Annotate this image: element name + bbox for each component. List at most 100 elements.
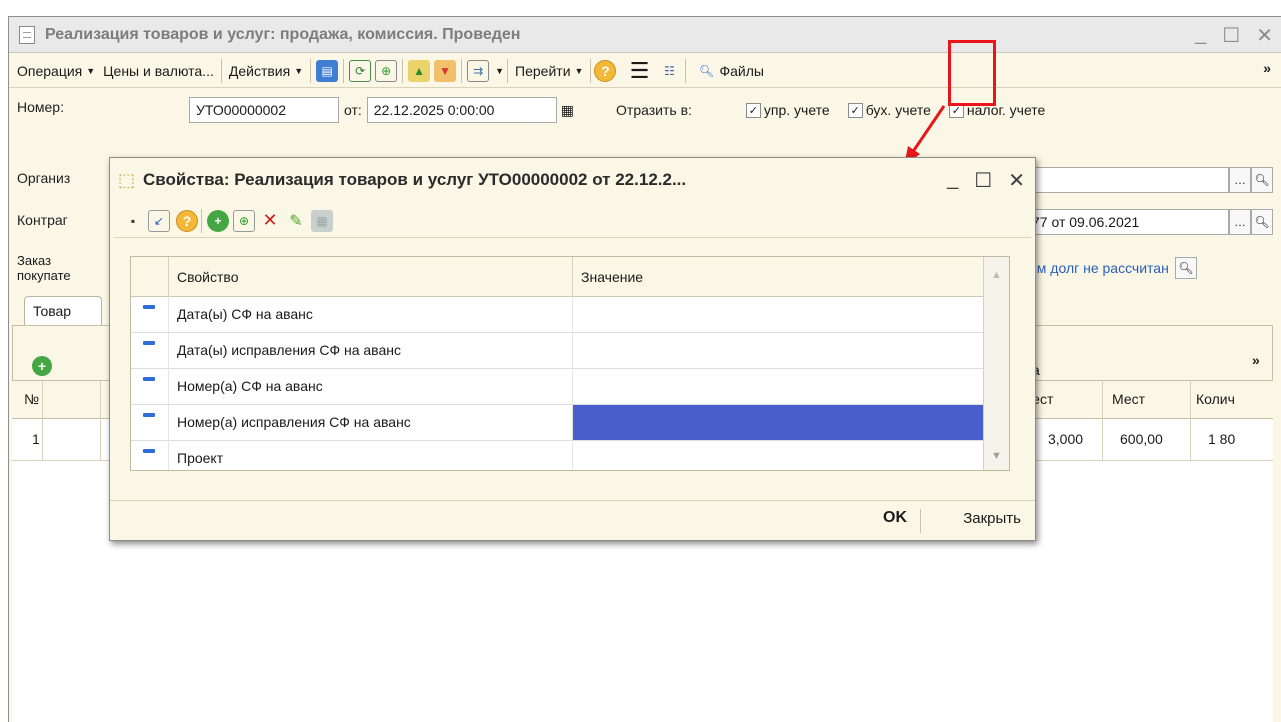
row-marker: [131, 441, 169, 470]
table-row-value[interactable]: [573, 333, 985, 369]
open-search-icon[interactable]: 🔍︎: [1251, 167, 1273, 193]
scroll-down-icon[interactable]: ▼: [991, 450, 1002, 462]
dropdown-caret-icon: ▼: [495, 65, 505, 76]
toolbar-overflow-icon[interactable]: »: [1263, 60, 1271, 76]
row-marker: [131, 369, 169, 405]
table-row-property[interactable]: Дата(ы) СФ на аванс: [169, 297, 573, 333]
from-label: от:: [344, 102, 362, 118]
properties-dialog: ⬚ Свойства: Реализация товаров и услуг У…: [109, 157, 1036, 541]
save-icon[interactable]: ▪: [122, 210, 144, 232]
edit-icon[interactable]: ✎: [285, 210, 307, 232]
table-header-value[interactable]: Значение: [573, 257, 985, 297]
contract-input[interactable]: 77 от 09.06.2021: [1025, 209, 1229, 235]
grid-row1-qty[interactable]: 1 80: [1208, 431, 1235, 447]
table-row-property[interactable]: Номер(а) исправления СФ на аванс: [169, 405, 573, 441]
post-icon[interactable]: ▲: [408, 59, 431, 82]
dropdown-caret-icon: ▼: [86, 65, 96, 76]
main-toolbar: Операция ▼ Цены и валюта... Действия ▼ ▤ ⟳…: [9, 54, 1281, 88]
window-title: Реализация товаров и услуг: продажа, ком…: [45, 25, 521, 43]
document-edit-icon[interactable]: ↙: [148, 209, 170, 232]
table-row-property[interactable]: Дата(ы) исправления СФ на аванс: [169, 333, 573, 369]
operation-menu[interactable]: Операция ▼: [13, 58, 99, 84]
close-button[interactable]: ✕: [1256, 23, 1273, 48]
minimize-button[interactable]: _: [1195, 23, 1206, 48]
grid-overflow-icon[interactable]: »: [1252, 352, 1260, 368]
order-label: Заказ покупате: [17, 253, 71, 283]
organization-label: Организ: [17, 170, 71, 186]
search-doc-icon: 🔍︎: [698, 63, 715, 78]
minus-icon: [143, 449, 155, 453]
disabled-action-icon: ▦: [311, 209, 333, 232]
dialog-toolbar: ▪ ↙ ? + ⊕ ✕ ✎ ▦: [114, 204, 1031, 238]
counterparty-label: Контраг: [17, 212, 68, 228]
delete-icon[interactable]: ✕: [259, 210, 281, 232]
minus-icon: [143, 377, 155, 381]
grid-row1-no[interactable]: 1: [32, 431, 40, 447]
debt-search-icon[interactable]: 🔍︎: [1174, 257, 1197, 279]
copy-icon[interactable]: ⊕: [375, 59, 398, 82]
organization-input[interactable]: [1025, 167, 1229, 193]
number-input[interactable]: УТО00000002: [189, 97, 339, 123]
dialog-titlebar: ⬚ Свойства: Реализация товаров и услуг У…: [110, 158, 1035, 202]
table-row-property[interactable]: Номер(а) СФ на аванс: [169, 369, 573, 405]
table-header-marker: [131, 257, 169, 297]
open-search-icon[interactable]: 🔍︎: [1251, 209, 1273, 235]
mgmt-checkbox[interactable]: ✓ упр. учете: [745, 102, 830, 118]
minus-icon: [143, 305, 155, 309]
select-button[interactable]: …: [1229, 167, 1251, 193]
row-marker: [131, 405, 169, 441]
add-icon[interactable]: +: [207, 209, 229, 232]
help-icon[interactable]: ?: [594, 59, 617, 82]
dialog-footer: OK Закрыть: [110, 500, 1035, 540]
help-icon[interactable]: ?: [176, 209, 198, 232]
prices-currency-button[interactable]: Цены и валюта...: [99, 58, 218, 84]
copy-icon[interactable]: ⊕: [233, 209, 255, 232]
close-dialog-button[interactable]: Закрыть: [963, 510, 1021, 527]
table-row-value[interactable]: [573, 441, 985, 470]
row-marker: [131, 333, 169, 369]
table-row-value[interactable]: [573, 297, 985, 333]
document-icon: [19, 25, 35, 44]
tab-goods[interactable]: Товар: [24, 296, 102, 326]
table-row-property[interactable]: Проект: [169, 441, 573, 470]
debt-link[interactable]: ем долг не рассчитан: [1029, 260, 1169, 276]
print-menu-icon[interactable]: ⇉: [467, 59, 490, 82]
table-scrollbar[interactable]: ▲ ▼: [983, 257, 1009, 470]
main-titlebar: Реализация товаров и услуг: продажа, ком…: [9, 17, 1281, 53]
minimize-button[interactable]: _: [947, 168, 958, 193]
select-button[interactable]: …: [1229, 209, 1251, 235]
save-close-icon[interactable]: ▤: [316, 59, 339, 82]
actions-menu[interactable]: Действия ▼: [225, 58, 307, 84]
dropdown-caret-icon: ▼: [294, 65, 304, 76]
grid-col-no: №: [24, 391, 40, 407]
table-row-value-selected[interactable]: [573, 405, 985, 441]
dropdown-caret-icon: ▼: [574, 65, 584, 76]
date-input[interactable]: 22.12.2025 0:00:00: [366, 97, 557, 123]
goto-menu[interactable]: Перейти ▼: [511, 58, 587, 84]
close-button[interactable]: ✕: [1008, 168, 1025, 193]
table-header-property[interactable]: Свойство: [169, 257, 573, 297]
grid-col-mest: Мест: [1112, 391, 1146, 407]
grid-row1-mest[interactable]: 600,00: [1120, 431, 1163, 447]
scroll-up-icon[interactable]: ▲: [991, 269, 1002, 281]
refresh-icon[interactable]: ⟳: [349, 59, 372, 82]
table-row-value[interactable]: [573, 369, 985, 405]
calendar-icon[interactable]: ▦: [561, 102, 574, 119]
ok-button[interactable]: OK: [883, 509, 907, 527]
maximize-button[interactable]: ☐: [1222, 23, 1240, 48]
properties-icon: ⬚: [118, 169, 136, 190]
grid-col-qty: Колич: [1196, 391, 1235, 407]
maximize-button[interactable]: ☐: [974, 168, 992, 193]
window-controls: _ ☐ ✕: [1195, 23, 1273, 48]
minus-icon: [143, 341, 155, 345]
check-icon: ✓: [847, 102, 863, 118]
row-marker: [131, 297, 169, 333]
dialog-window-controls: _ ☐ ✕: [947, 168, 1025, 193]
files-button[interactable]: 🔍︎ Файлы: [689, 58, 767, 84]
categories-icon[interactable]: ☷: [658, 60, 680, 82]
add-row-icon[interactable]: +: [32, 356, 52, 376]
properties-table: Свойство Значение Дата(ы) СФ на аванс Да…: [130, 256, 1010, 471]
properties-icon[interactable]: ☰: [628, 59, 650, 82]
grid-row1-a[interactable]: 3,000: [1048, 431, 1083, 447]
unpost-icon[interactable]: ▼: [434, 59, 457, 82]
